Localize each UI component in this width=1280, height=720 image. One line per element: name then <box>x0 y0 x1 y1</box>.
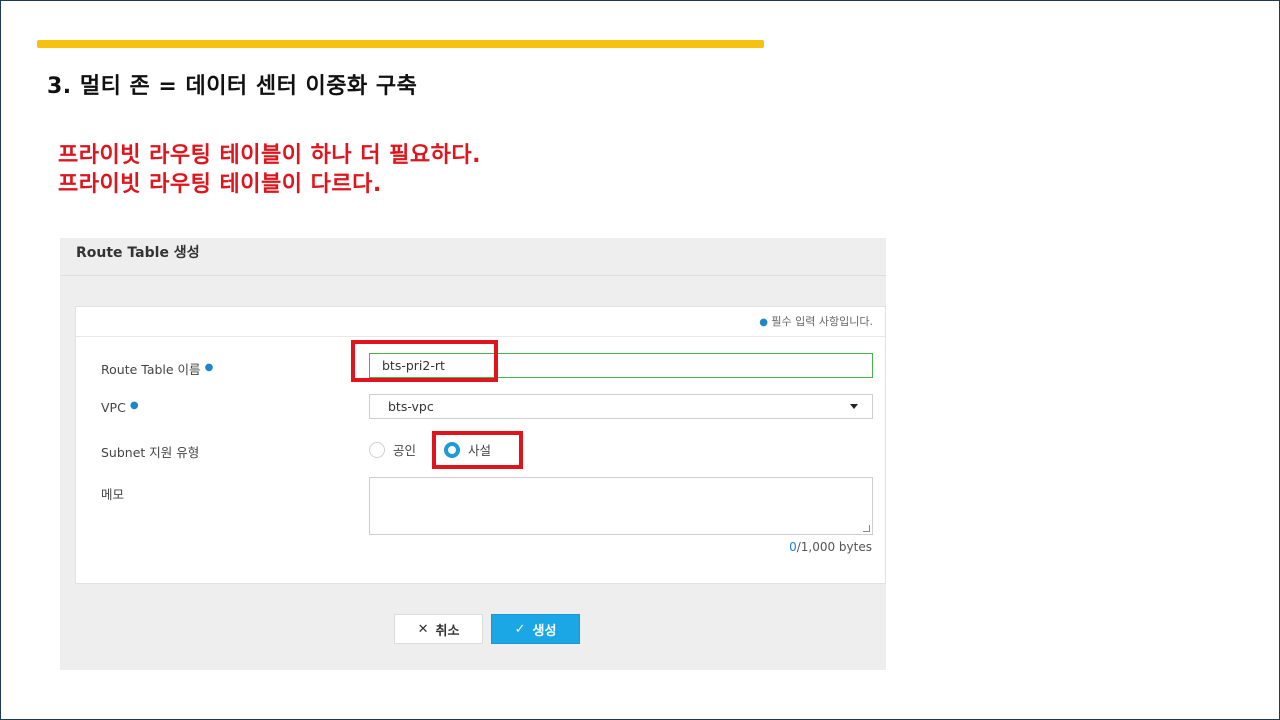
highlight-name-box <box>351 340 498 382</box>
vpc-select-value: bts-vpc <box>388 399 434 414</box>
required-dot-icon: ● <box>204 362 214 373</box>
memo-byte-counter: 0/1,000 bytes <box>789 540 872 554</box>
panel-header: Route Table 생성 <box>60 238 886 276</box>
memo-label: 메모 <box>101 487 125 502</box>
create-button[interactable]: ✓ 생성 <box>491 614 580 644</box>
required-notice: ● 필수 입력 사항입니다. <box>76 307 885 337</box>
required-dot-icon: ● <box>759 317 768 328</box>
radio-public[interactable]: 공인 <box>369 440 416 459</box>
required-dot-icon: ● <box>129 400 139 411</box>
memo-textarea[interactable] <box>369 477 873 535</box>
slide-title: 3. 멀티 존 = 데이터 센터 이중화 구축 <box>47 74 418 99</box>
required-notice-text: 필수 입력 사항입니다. <box>771 315 873 328</box>
vpc-label: VPC ● <box>101 400 139 415</box>
panel-title: Route Table 생성 <box>76 245 200 261</box>
radio-public-indicator <box>369 441 385 458</box>
check-icon: ✓ <box>514 621 526 637</box>
radio-public-label: 공인 <box>393 443 417 458</box>
resize-handle-icon[interactable] <box>863 525 870 532</box>
cancel-button[interactable]: ✕ 취소 <box>394 614 483 644</box>
vpc-select[interactable]: bts-vpc <box>369 394 873 419</box>
highlight-private-box <box>432 431 523 469</box>
note-line-2: 프라이빗 라우팅 테이블이 다르다. <box>58 172 382 197</box>
route-table-name-label: Route Table 이름 ● <box>101 362 214 377</box>
close-icon: ✕ <box>417 621 429 637</box>
caret-down-icon <box>850 404 858 409</box>
accent-bar <box>37 40 764 48</box>
subnet-type-label: Subnet 지원 유형 <box>101 445 200 460</box>
note-line-1: 프라이빗 라우팅 테이블이 하나 더 필요하다. <box>58 143 481 168</box>
